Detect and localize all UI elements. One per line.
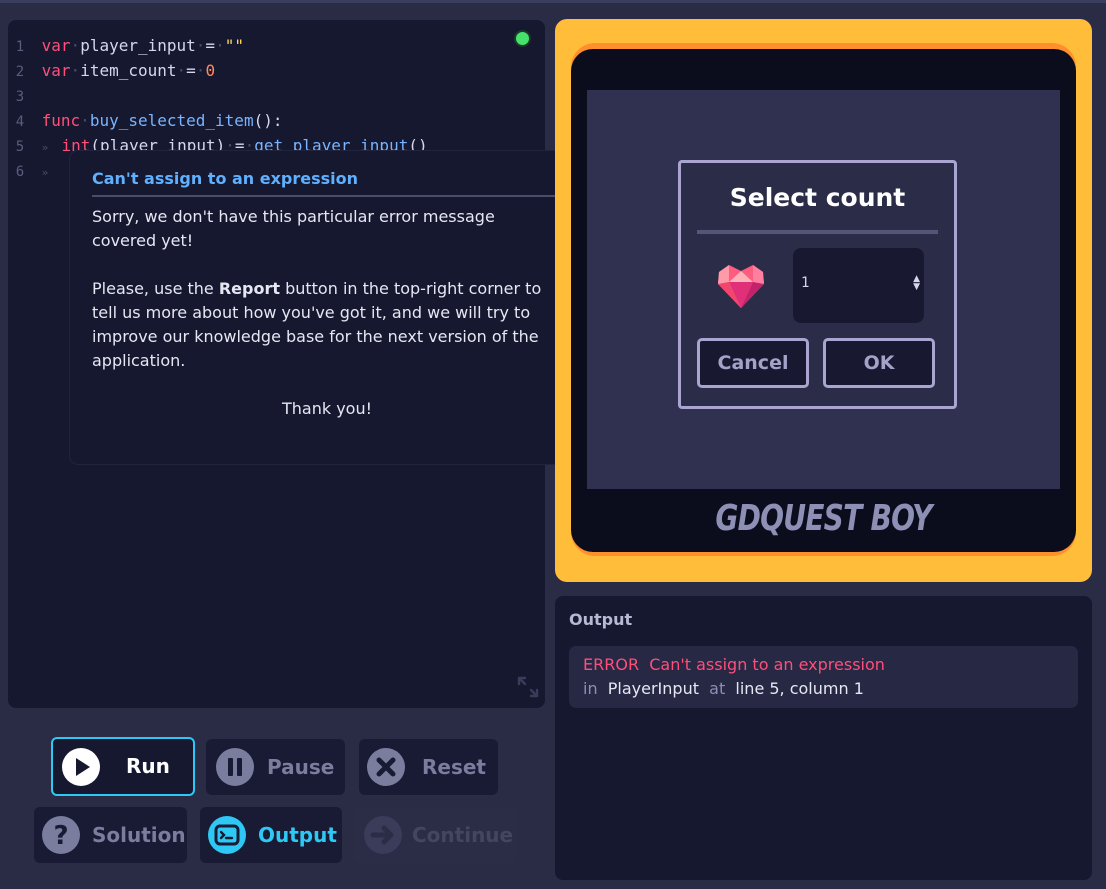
status-indicator (514, 30, 531, 47)
in-label: in (583, 679, 598, 698)
error-label: ERROR (583, 655, 640, 674)
code-line[interactable]: 4 func·buy_selected_item(): (8, 108, 428, 133)
reset-label: Reset (422, 755, 486, 779)
count-spinbox[interactable]: 1 ▲ ▼ (793, 248, 924, 323)
error-message-card: ERROR Can't assign to an expression in P… (569, 646, 1078, 708)
count-value[interactable]: 1 (801, 275, 809, 291)
game-screen: Select count 1 ▲ ▼ Cancel OK (587, 90, 1060, 489)
code-line[interactable]: 3 (8, 83, 428, 108)
code-token: · (215, 36, 225, 55)
error-location: in PlayerInput at line 5, column 1 (583, 679, 864, 698)
console-body: Select count 1 ▲ ▼ Cancel OK GDQUEST BOY (571, 49, 1076, 552)
select-count-dialog: Select count 1 ▲ ▼ Cancel OK (678, 160, 957, 409)
heart-gem-icon (718, 265, 764, 308)
output-title: Output (569, 610, 633, 629)
line-number: 1 (15, 39, 25, 55)
tooltip-body: Sorry, we don't have this particular err… (92, 205, 562, 445)
spinner-arrows-icon[interactable]: ▲ ▼ (913, 275, 920, 292)
run-button[interactable]: Run (51, 737, 195, 796)
output-panel: Output ERROR Can't assign to an expressi… (555, 596, 1092, 880)
tooltip-paragraph-2: Please, use the Report button in the top… (92, 277, 562, 373)
question-icon: ? (42, 816, 80, 854)
code-token: var (41, 61, 71, 80)
tooltip-text: Please, use the (92, 279, 219, 298)
pause-button[interactable]: Pause (206, 739, 345, 795)
output-button[interactable]: Output (200, 807, 342, 863)
arrow-right-icon (364, 816, 402, 854)
error-source: PlayerInput (607, 679, 699, 698)
code-token: "" (224, 36, 244, 55)
pause-label: Pause (267, 755, 335, 779)
game-preview-frame: Select count 1 ▲ ▼ Cancel OK GDQUEST BOY (555, 19, 1092, 582)
code-token: 0 (205, 61, 216, 80)
code-token: · (70, 36, 81, 55)
error-position: line 5, column 1 (735, 679, 864, 698)
continue-label: Continue (412, 823, 514, 847)
code-line[interactable]: 2 var·item_count·=·0 (8, 58, 428, 83)
code-token: item_count (80, 61, 177, 80)
code-token: · (70, 61, 81, 80)
continue-button[interactable]: Continue (354, 807, 517, 863)
svg-text:?: ? (53, 821, 68, 851)
code-line[interactable]: 1 var·player_input·=·"" (8, 33, 428, 58)
error-text: Can't assign to an expression (649, 655, 885, 674)
code-token: · (195, 36, 206, 55)
reset-icon (367, 748, 405, 786)
error-line: ERROR Can't assign to an expression (583, 655, 885, 674)
tooltip-title: Can't assign to an expression (92, 169, 359, 188)
report-keyword: Report (218, 279, 280, 298)
expand-icon[interactable] (516, 675, 540, 699)
reset-button[interactable]: Reset (359, 739, 498, 795)
code-token: · (195, 61, 206, 80)
top-border (0, 0, 1106, 3)
code-token: » (41, 166, 49, 179)
line-number: 5 (15, 139, 25, 155)
output-label: Output (258, 823, 337, 847)
code-token: player_input (80, 36, 196, 55)
code-token: func (41, 111, 81, 130)
play-icon (62, 748, 100, 786)
at-label: at (709, 679, 726, 698)
run-label: Run (126, 754, 170, 778)
tooltip-thanks: Thank you! (281, 399, 373, 418)
error-tooltip: Can't assign to an expression Sorry, we … (70, 151, 579, 464)
code-token: buy_selected_item (89, 111, 254, 130)
code-token: » (41, 141, 62, 154)
line-number: 6 (15, 164, 25, 180)
solution-button[interactable]: ? Solution (34, 807, 187, 863)
terminal-icon (208, 816, 246, 854)
code-token: = (205, 36, 216, 55)
ok-button[interactable]: OK (823, 338, 935, 388)
tooltip-paragraph-1: Sorry, we don't have this particular err… (92, 207, 495, 250)
solution-label: Solution (92, 823, 186, 847)
code-token: · (176, 61, 187, 80)
code-token: var (41, 36, 71, 55)
cancel-button[interactable]: Cancel (697, 338, 809, 388)
console-brand: GDQUEST BOY (715, 498, 932, 539)
code-token: (): (253, 111, 283, 130)
line-number: 4 (15, 114, 25, 130)
line-number: 3 (15, 89, 25, 105)
code-token: · (80, 111, 90, 130)
tooltip-divider (92, 195, 561, 197)
pause-icon (216, 748, 254, 786)
dialog-title: Select count (729, 183, 906, 212)
line-number: 2 (15, 64, 25, 80)
console-shell: Select count 1 ▲ ▼ Cancel OK GDQUEST BOY (571, 43, 1076, 556)
dialog-divider (697, 230, 938, 234)
code-token: = (186, 61, 196, 80)
